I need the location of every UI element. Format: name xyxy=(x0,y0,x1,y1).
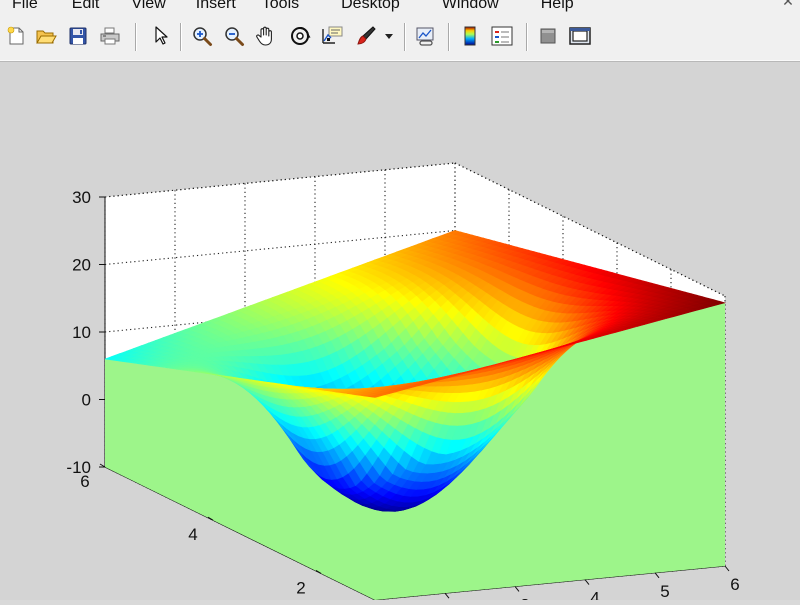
close-icon[interactable]: ✕ xyxy=(780,0,796,9)
figure-toolbar xyxy=(0,15,800,62)
x-tick xyxy=(585,580,589,585)
hand-pan-icon xyxy=(255,25,277,47)
printer-icon xyxy=(99,26,121,46)
toolbar-separator xyxy=(135,23,136,51)
toolbar-separator xyxy=(526,23,527,51)
zoom-in-icon xyxy=(191,25,213,47)
link-plot-button[interactable] xyxy=(414,24,438,48)
colorbar-icon xyxy=(462,25,478,47)
toolbar-separator xyxy=(404,23,405,51)
zoom-out-icon xyxy=(223,25,245,47)
y-tick-label: 6 xyxy=(80,472,89,491)
open-file-button[interactable] xyxy=(34,24,58,48)
x-tick-label: 6 xyxy=(730,575,739,594)
arrow-pointer-icon xyxy=(150,25,170,47)
y-tick-label: 2 xyxy=(296,578,305,597)
save-disk-icon xyxy=(68,26,88,46)
menu-bar: File Edit View Insert Tools Desktop Wind… xyxy=(0,0,800,15)
y-tick-label: 4 xyxy=(188,525,197,544)
data-cursor-button[interactable] xyxy=(320,24,344,48)
menu-edit[interactable]: Edit xyxy=(50,0,112,13)
pan-button[interactable] xyxy=(254,24,278,48)
legend-icon xyxy=(490,25,514,47)
menu-file[interactable]: File xyxy=(0,0,50,13)
x-tick-label: 3 xyxy=(520,595,529,600)
figure-area: 3020100-1064223456 xyxy=(0,62,800,600)
z-tick-label: 10 xyxy=(72,323,91,342)
brush-menu-button[interactable] xyxy=(382,24,396,48)
hide-tools-icon xyxy=(537,25,559,47)
brush-icon xyxy=(355,25,377,47)
toolbar-separator xyxy=(448,23,449,51)
insert-legend-button[interactable] xyxy=(490,24,514,48)
save-figure-button[interactable] xyxy=(66,24,90,48)
menu-help[interactable]: Help xyxy=(511,0,586,13)
menu-tools[interactable]: Tools xyxy=(248,0,311,13)
x-tick-label: 4 xyxy=(590,589,599,600)
rotate-3d-button[interactable] xyxy=(288,24,312,48)
edit-plot-button[interactable] xyxy=(148,24,172,48)
menu-insert[interactable]: Insert xyxy=(178,0,248,13)
z-tick-label: 20 xyxy=(72,256,91,275)
print-figure-button[interactable] xyxy=(98,24,122,48)
link-plot-icon xyxy=(414,25,438,47)
x-tick xyxy=(655,573,659,578)
folder-open-icon xyxy=(35,26,57,46)
menu-desktop[interactable]: Desktop xyxy=(311,0,412,13)
surface-plot[interactable]: 3020100-1064223456 xyxy=(0,62,800,600)
show-plot-tools-button[interactable] xyxy=(568,24,592,48)
new-figure-button[interactable] xyxy=(4,24,28,48)
show-tools-icon xyxy=(568,25,592,47)
x-tick xyxy=(445,593,449,598)
hide-plot-tools-button[interactable] xyxy=(536,24,560,48)
rotate-3d-icon xyxy=(288,25,312,47)
z-tick-label: 30 xyxy=(72,188,91,207)
chevron-down-icon xyxy=(384,32,394,40)
x-tick xyxy=(725,566,729,571)
zoom-in-button[interactable] xyxy=(190,24,214,48)
z-tick-label: 0 xyxy=(82,391,91,410)
brush-button[interactable] xyxy=(354,24,378,48)
data-cursor-icon xyxy=(320,25,344,47)
menu-window[interactable]: Window xyxy=(412,0,511,13)
toolbar-separator xyxy=(180,23,181,51)
insert-colorbar-button[interactable] xyxy=(458,24,482,48)
menu-view[interactable]: View xyxy=(111,0,177,13)
x-tick xyxy=(515,586,519,591)
x-tick-label: 5 xyxy=(660,582,669,600)
zoom-out-button[interactable] xyxy=(222,24,246,48)
new-file-icon xyxy=(6,26,26,46)
